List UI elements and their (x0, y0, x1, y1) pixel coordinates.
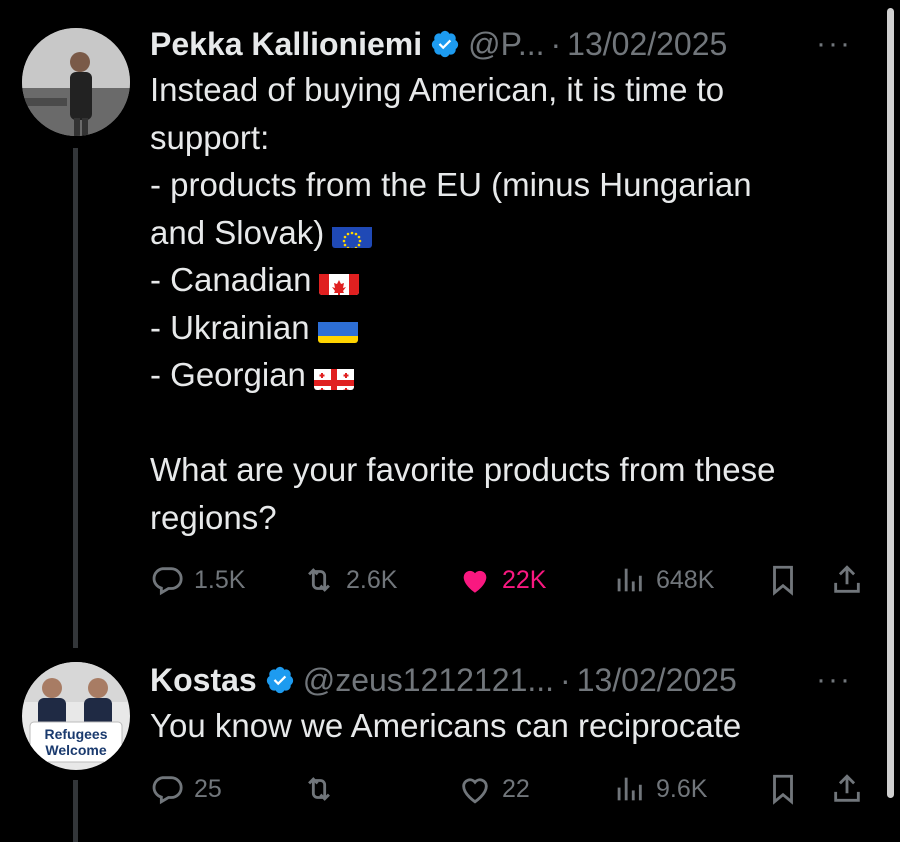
reply-count: 1.5K (194, 565, 246, 594)
tweet-line: - Canadian (150, 261, 312, 298)
views-icon (617, 777, 642, 801)
eu-flag-icon (332, 220, 373, 248)
author-handle[interactable]: @zeus1212121... (303, 662, 554, 699)
like-button[interactable]: 22 (458, 772, 530, 806)
tweet-line (150, 399, 862, 447)
thread-line (73, 780, 78, 842)
like-count: 22K (502, 565, 547, 594)
separator-dot: · (550, 25, 562, 62)
more-icon[interactable]: ··· (816, 27, 862, 61)
bookmark-button[interactable] (766, 563, 810, 597)
tweet-line: - products from the EU (minus Hungarian (150, 166, 752, 203)
reply-icon (152, 776, 183, 805)
repost-count: 2.6K (346, 565, 398, 594)
ukraine-flag-icon (317, 315, 358, 343)
georgia-flag-icon (313, 362, 354, 390)
views-count: 648K (656, 565, 715, 594)
thread-line (73, 148, 78, 648)
verified-badge-icon (266, 666, 293, 694)
bookmark-icon (773, 774, 793, 805)
avatar-sign-text-2: Welcome (45, 742, 106, 758)
share-button[interactable] (830, 563, 874, 597)
action-bar: 1.5K 2.6K 22K 648K (150, 563, 870, 603)
views-count: 9.6K (656, 774, 708, 803)
tweet-text: Instead of buying American, it is time t… (150, 66, 862, 541)
tweet-line: support: (150, 118, 270, 156)
repost-icon (308, 568, 330, 592)
tweet-date[interactable]: 13/02/2025 (567, 26, 727, 63)
tweet-header: Pekka Kallioniemi @P... · 13/02/2025 ··· (150, 24, 862, 64)
author-handle[interactable]: @P... (468, 26, 544, 63)
tweet-header: Kostas @zeus1212121... · 13/02/2025 ··· (150, 660, 862, 700)
scrollbar[interactable] (887, 8, 894, 798)
bookmark-icon (773, 565, 793, 596)
tweet-line: What are your favorite products from the… (150, 451, 776, 488)
share-icon (834, 774, 860, 802)
reply-button[interactable]: 1.5K (150, 563, 245, 597)
tweet-2[interactable]: Refugees Welcome Kostas @zeus1212121... … (0, 650, 880, 842)
views-button[interactable]: 9.6K (612, 772, 707, 806)
views-icon (617, 568, 642, 592)
tweet-line: Instead of buying American, it is time t… (150, 71, 725, 108)
like-button[interactable]: 22K (458, 563, 546, 597)
tweet-text: You know we Americans can reciprocate (150, 702, 862, 750)
like-icon (462, 778, 488, 804)
action-bar: 25 22 9.6K (150, 772, 870, 812)
tweet-line: - Ukrainian (150, 308, 310, 346)
tweet-line: and Slovak) (150, 213, 325, 251)
avatar-kostas[interactable]: Refugees Welcome (22, 662, 130, 770)
reply-count: 25 (194, 774, 222, 803)
reply-button[interactable]: 25 (150, 772, 222, 806)
repost-button[interactable]: 2.6K (302, 563, 397, 597)
tweet-1[interactable]: Pekka Kallioniemi @P... · 13/02/2025 ···… (0, 0, 880, 650)
like-count: 22 (502, 774, 530, 803)
more-icon[interactable]: ··· (816, 663, 862, 697)
verified-badge-icon (431, 30, 459, 58)
share-button[interactable] (830, 772, 874, 806)
canada-flag-icon (319, 267, 360, 295)
separator-dot: · (560, 661, 571, 698)
repost-icon (308, 777, 330, 801)
tweet-line: regions? (150, 498, 277, 536)
like-icon (463, 570, 487, 593)
author-name[interactable]: Pekka Kallioniemi (150, 26, 422, 63)
views-button[interactable]: 648K (612, 563, 714, 597)
share-icon (834, 565, 860, 593)
tweet-line: - Georgian (150, 356, 306, 393)
avatar-pekka[interactable] (22, 28, 130, 136)
tweet-date[interactable]: 13/02/2025 (577, 662, 737, 699)
repost-button[interactable] (302, 772, 346, 806)
avatar-sign-text-1: Refugees (44, 726, 107, 742)
bookmark-button[interactable] (766, 772, 810, 806)
author-name[interactable]: Kostas (150, 662, 257, 699)
reply-icon (152, 567, 183, 596)
tweet-line: You know we Americans can reciprocate (150, 707, 742, 744)
